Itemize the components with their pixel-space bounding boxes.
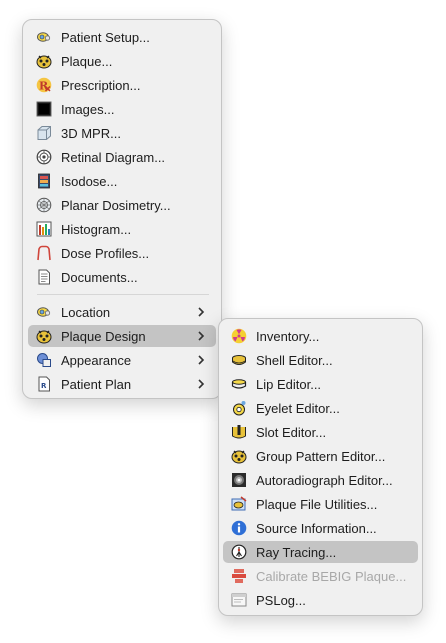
menu-item-label: Appearance — [61, 353, 132, 368]
ray-tracing-icon — [231, 544, 247, 560]
menu-item-label: Documents... — [61, 270, 138, 285]
menu-item-histogram[interactable]: Histogram... — [28, 218, 216, 240]
planar-dosimetry-icon — [36, 197, 52, 213]
menu-item-label: Dose Profiles... — [61, 246, 150, 261]
menu-item-label: 3D MPR... — [61, 126, 121, 141]
menu-item-ray-tracing[interactable]: Ray Tracing... — [223, 541, 418, 563]
submenu-plaque-design[interactable]: Plaque Design — [28, 325, 216, 347]
menu-item-plaque-file-utilities[interactable]: Plaque File Utilities... — [223, 493, 418, 515]
inventory-icon — [231, 328, 247, 344]
images-icon — [36, 101, 52, 117]
location-icon — [36, 304, 52, 320]
chevron-right-icon — [196, 304, 206, 320]
menu-item-images[interactable]: Images... — [28, 98, 216, 120]
info-icon — [231, 520, 247, 536]
menu-item-label: Source Information... — [256, 521, 377, 536]
group-pattern-editor-icon — [231, 448, 247, 464]
menu-item-label: Shell Editor... — [256, 353, 333, 368]
patient-plan-icon: R — [36, 376, 52, 392]
menu-item-label: Eyelet Editor... — [256, 401, 340, 416]
chevron-right-icon — [196, 352, 206, 368]
menu-item-group-pattern-editor[interactable]: Group Pattern Editor... — [223, 445, 418, 467]
calibrate-icon — [231, 568, 247, 584]
plaque-design-submenu: Inventory... Shell Editor... Lip Editor.… — [218, 318, 423, 616]
menu-item-label: Plaque... — [61, 54, 113, 69]
menu-item-plaque[interactable]: Plaque... — [28, 50, 216, 72]
shell-editor-icon — [231, 352, 247, 368]
chevron-right-icon — [196, 376, 206, 392]
prescription-icon: R — [36, 77, 52, 93]
menu-item-autoradiograph-editor[interactable]: Autoradiograph Editor... — [223, 469, 418, 491]
menu-item-prescription[interactable]: R Prescription... — [28, 74, 216, 96]
pslog-icon — [231, 592, 247, 608]
menu-item-source-information[interactable]: Source Information... — [223, 517, 418, 539]
menu-item-label: Histogram... — [61, 222, 132, 237]
menu-item-label: Group Pattern Editor... — [256, 449, 386, 464]
submenu-patient-plan[interactable]: R Patient Plan — [28, 373, 216, 395]
menu-item-inventory[interactable]: Inventory... — [223, 325, 418, 347]
menu-item-label: Plaque File Utilities... — [256, 497, 378, 512]
retinal-diagram-icon — [36, 149, 52, 165]
menu-item-label: Autoradiograph Editor... — [256, 473, 393, 488]
isodose-icon — [36, 173, 52, 189]
context-menu: Patient Setup... Plaque... R Prescriptio… — [22, 19, 222, 399]
menu-item-3d-mpr[interactable]: 3D MPR... — [28, 122, 216, 144]
3d-mpr-icon — [36, 125, 52, 141]
svg-text:R: R — [39, 80, 49, 93]
menu-item-eyelet-editor[interactable]: Eyelet Editor... — [223, 397, 418, 419]
appearance-icon — [36, 352, 52, 368]
menu-item-dose-profiles[interactable]: Dose Profiles... — [28, 242, 216, 264]
documents-icon — [36, 269, 52, 285]
autoradiograph-editor-icon — [231, 472, 247, 488]
dose-profiles-icon — [36, 245, 52, 261]
menu-item-label: Patient Setup... — [61, 30, 150, 45]
menu-item-label: Planar Dosimetry... — [61, 198, 171, 213]
menu-item-lip-editor[interactable]: Lip Editor... — [223, 373, 418, 395]
submenu-appearance[interactable]: Appearance — [28, 349, 216, 371]
plaque-design-icon — [36, 328, 52, 344]
plaque-icon — [36, 53, 52, 69]
menu-item-label: Ray Tracing... — [256, 545, 337, 560]
menu-item-label: Inventory... — [256, 329, 320, 344]
menu-item-label: Patient Plan — [61, 377, 132, 392]
menu-item-label: Lip Editor... — [256, 377, 322, 392]
menu-item-label: Slot Editor... — [256, 425, 327, 440]
patient-setup-icon — [36, 29, 52, 45]
menu-item-label: Images... — [61, 102, 115, 117]
plaque-file-utilities-icon — [231, 496, 247, 512]
menu-item-calibrate-bebig-plaque: Calibrate BEBIG Plaque... — [223, 565, 418, 587]
menu-item-retinal-diagram[interactable]: Retinal Diagram... — [28, 146, 216, 168]
svg-text:R: R — [41, 382, 47, 390]
menu-item-label: Retinal Diagram... — [61, 150, 166, 165]
menu-item-documents[interactable]: Documents... — [28, 266, 216, 288]
menu-item-patient-setup[interactable]: Patient Setup... — [28, 26, 216, 48]
menu-separator — [37, 294, 209, 295]
eyelet-editor-icon — [231, 400, 247, 416]
menu-item-label: Plaque Design — [61, 329, 146, 344]
menu-item-label: Isodose... — [61, 174, 118, 189]
slot-editor-icon — [231, 424, 247, 440]
submenu-location[interactable]: Location — [28, 301, 216, 323]
lip-editor-icon — [231, 376, 247, 392]
menu-item-shell-editor[interactable]: Shell Editor... — [223, 349, 418, 371]
menu-item-label: Prescription... — [61, 78, 141, 93]
menu-item-planar-dosimetry[interactable]: Planar Dosimetry... — [28, 194, 216, 216]
menu-item-pslog[interactable]: PSLog... — [223, 589, 418, 611]
menu-item-isodose[interactable]: Isodose... — [28, 170, 216, 192]
menu-item-label: Location — [61, 305, 111, 320]
histogram-icon — [36, 221, 52, 237]
menu-item-slot-editor[interactable]: Slot Editor... — [223, 421, 418, 443]
menu-item-label: Calibrate BEBIG Plaque... — [256, 569, 407, 584]
chevron-right-icon — [196, 328, 206, 344]
menu-item-label: PSLog... — [256, 593, 306, 608]
